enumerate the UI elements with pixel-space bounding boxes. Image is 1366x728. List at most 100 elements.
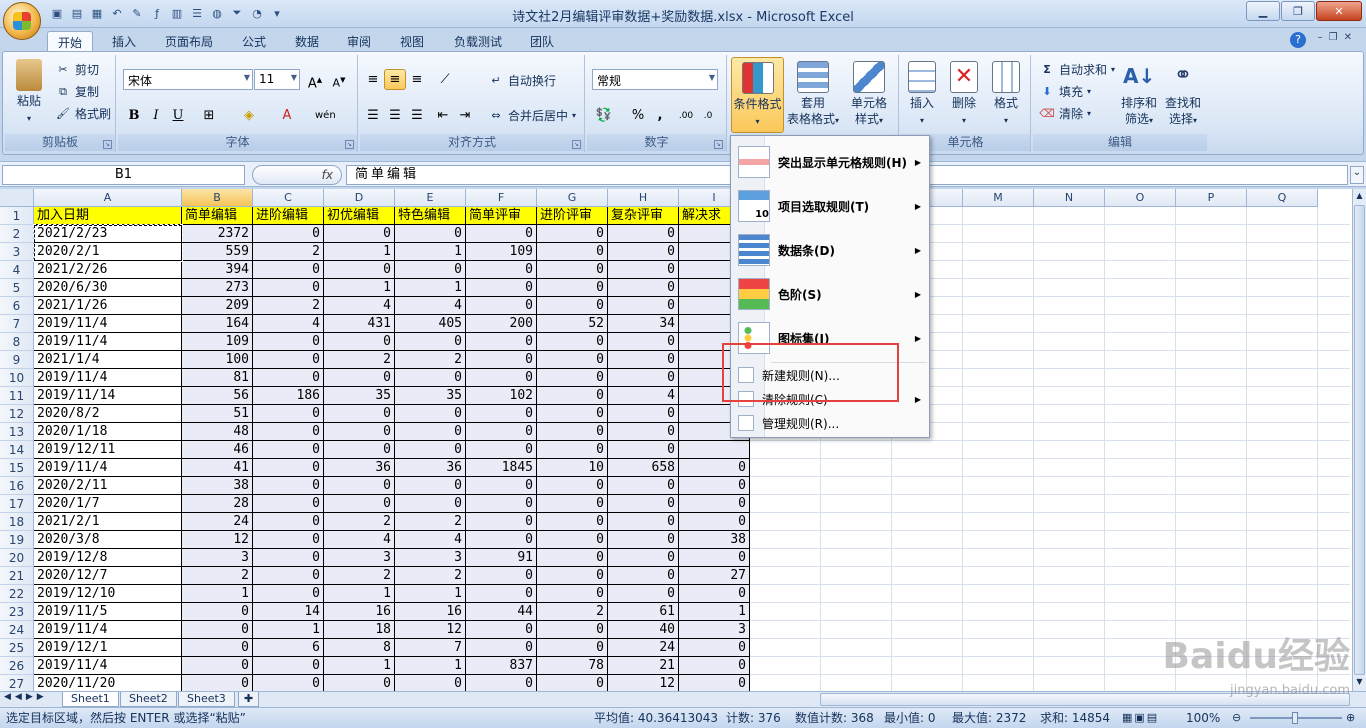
insert-cells-button[interactable]: 插入 ▾ xyxy=(901,61,943,129)
row-header[interactable]: 7 xyxy=(0,315,34,333)
table-cell[interactable]: 0 xyxy=(395,333,466,351)
column-header[interactable]: G xyxy=(537,189,608,207)
table-cell[interactable]: 559 xyxy=(182,243,253,261)
table-cell[interactable]: 2019/12/11 xyxy=(34,441,182,459)
table-cell[interactable]: 进阶评审 xyxy=(537,207,608,225)
paste-button[interactable]: 粘贴 ▾ xyxy=(7,59,51,127)
table-cell[interactable]: 0 xyxy=(537,297,608,315)
table-cell[interactable]: 0 xyxy=(537,477,608,495)
table-cell[interactable]: 0 xyxy=(608,585,679,603)
table-cell[interactable] xyxy=(679,441,750,459)
table-cell[interactable]: 51 xyxy=(182,405,253,423)
table-cell[interactable]: 0 xyxy=(395,225,466,243)
table-cell[interactable]: 0 xyxy=(466,423,537,441)
table-cell[interactable]: 0 xyxy=(679,477,750,495)
sheet-tab-2[interactable]: Sheet2 xyxy=(120,692,177,707)
align-center-icon[interactable]: ☰ xyxy=(384,105,406,126)
table-cell[interactable]: 2372 xyxy=(182,225,253,243)
underline-button[interactable]: U xyxy=(167,105,189,126)
font-name-combo[interactable]: 宋体 ▼ xyxy=(123,69,253,90)
table-cell[interactable]: 2019/12/1 xyxy=(34,639,182,657)
table-cell[interactable]: 0 xyxy=(608,225,679,243)
table-cell[interactable]: 0 xyxy=(253,225,324,243)
tab-view[interactable]: 视图 xyxy=(390,31,434,52)
table-cell[interactable]: 28 xyxy=(182,495,253,513)
table-cell[interactable]: 2021/1/26 xyxy=(34,297,182,315)
table-cell[interactable]: 0 xyxy=(537,351,608,369)
table-cell[interactable]: 0 xyxy=(182,603,253,621)
table-cell[interactable]: 0 xyxy=(537,549,608,567)
table-cell[interactable]: 0 xyxy=(679,549,750,567)
table-cell[interactable]: 2019/11/14 xyxy=(34,387,182,405)
table-cell[interactable]: 40 xyxy=(608,621,679,639)
table-cell[interactable]: 0 xyxy=(395,675,466,691)
table-cell[interactable]: 1 xyxy=(324,657,395,675)
restore-button[interactable]: ❐ xyxy=(1281,1,1315,21)
table-cell[interactable]: 24 xyxy=(608,639,679,657)
sheet-tab-3[interactable]: Sheet3 xyxy=(178,692,235,707)
row-header[interactable]: 2 xyxy=(0,225,34,243)
table-cell[interactable]: 2019/11/4 xyxy=(34,333,182,351)
row-header[interactable]: 24 xyxy=(0,621,34,639)
table-cell[interactable]: 0 xyxy=(253,675,324,691)
table-cell[interactable]: 0 xyxy=(466,495,537,513)
align-middle-icon[interactable]: ≡ xyxy=(384,69,406,90)
number-format-combo[interactable]: 常规 ▼ xyxy=(592,69,718,90)
table-cell[interactable]: 2020/3/8 xyxy=(34,531,182,549)
table-cell[interactable]: 0 xyxy=(395,423,466,441)
office-button[interactable] xyxy=(3,2,41,40)
merge-center-button[interactable]: ⇔ 合并后居中 ▾ xyxy=(488,107,576,124)
table-cell[interactable]: 2019/11/4 xyxy=(34,459,182,477)
table-cell[interactable]: 4 xyxy=(253,315,324,333)
shrink-font-button[interactable]: A▼ xyxy=(328,69,350,90)
close-button[interactable]: ✕ xyxy=(1316,1,1362,21)
table-cell[interactable]: 164 xyxy=(182,315,253,333)
row-header[interactable]: 26 xyxy=(0,657,34,675)
table-cell[interactable]: 46 xyxy=(182,441,253,459)
table-cell[interactable]: 2020/11/20 xyxy=(34,675,182,691)
table-cell[interactable]: 2021/1/4 xyxy=(34,351,182,369)
table-cell[interactable]: 0 xyxy=(537,387,608,405)
table-cell[interactable]: 0 xyxy=(537,225,608,243)
table-cell[interactable]: 0 xyxy=(466,351,537,369)
row-header[interactable]: 5 xyxy=(0,279,34,297)
zoom-out-icon[interactable]: ⊖ xyxy=(1232,708,1241,728)
font-size-combo[interactable]: 11 ▼ xyxy=(254,69,300,90)
table-cell[interactable]: 2020/1/7 xyxy=(34,495,182,513)
table-cell[interactable]: 2020/1/18 xyxy=(34,423,182,441)
table-cell[interactable]: 1 xyxy=(395,585,466,603)
table-cell[interactable]: 0 xyxy=(253,567,324,585)
cut-button[interactable]: ✂ 剪切 xyxy=(55,61,99,78)
table-cell[interactable]: 3 xyxy=(395,549,466,567)
table-cell[interactable]: 18 xyxy=(324,621,395,639)
table-cell[interactable]: 0 xyxy=(608,405,679,423)
table-cell[interactable]: 特色编辑 xyxy=(395,207,466,225)
tab-load-test[interactable]: 负载测试 xyxy=(444,31,512,52)
table-cell[interactable]: 658 xyxy=(608,459,679,477)
table-cell[interactable]: 16 xyxy=(324,603,395,621)
table-cell[interactable]: 0 xyxy=(679,585,750,603)
table-cell[interactable]: 0 xyxy=(537,243,608,261)
table-cell[interactable]: 12 xyxy=(182,531,253,549)
zoom-slider-thumb[interactable] xyxy=(1292,712,1298,724)
row-header[interactable]: 22 xyxy=(0,585,34,603)
column-header[interactable]: N xyxy=(1034,189,1105,207)
row-header[interactable]: 6 xyxy=(0,297,34,315)
table-cell[interactable]: 0 xyxy=(537,423,608,441)
table-cell[interactable]: 初优编辑 xyxy=(324,207,395,225)
font-color-icon[interactable]: A xyxy=(276,105,298,126)
table-cell[interactable]: 0 xyxy=(679,657,750,675)
menu-item-data-bars[interactable]: 数据条(D) ▶ xyxy=(732,230,929,270)
table-cell[interactable]: 0 xyxy=(537,495,608,513)
table-cell[interactable]: 0 xyxy=(466,279,537,297)
table-cell[interactable]: 复杂评审 xyxy=(608,207,679,225)
table-cell[interactable]: 0 xyxy=(608,441,679,459)
table-cell[interactable]: 0 xyxy=(608,531,679,549)
row-header[interactable]: 25 xyxy=(0,639,34,657)
menu-item-highlight-rules[interactable]: 突出显示单元格规则(H) ▶ xyxy=(732,142,929,182)
table-cell[interactable]: 0 xyxy=(466,477,537,495)
expand-formula-icon[interactable]: ⌄ xyxy=(1350,166,1364,184)
table-cell[interactable]: 0 xyxy=(324,225,395,243)
table-cell[interactable]: 0 xyxy=(395,441,466,459)
table-cell[interactable]: 0 xyxy=(466,261,537,279)
